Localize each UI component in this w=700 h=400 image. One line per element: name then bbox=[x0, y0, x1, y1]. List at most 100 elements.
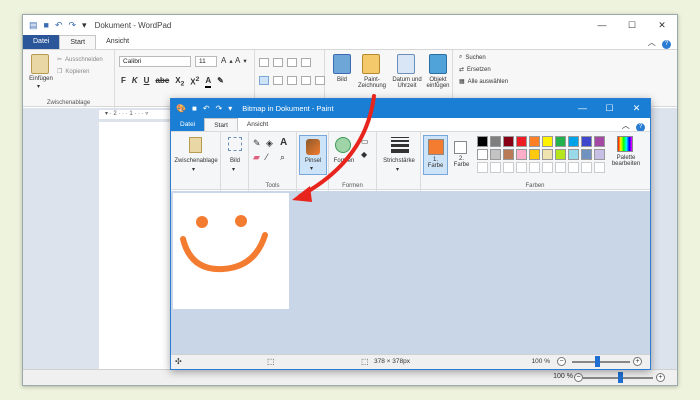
paint-minimize-button[interactable]: — bbox=[569, 99, 596, 118]
empty-color-swatch[interactable] bbox=[555, 162, 566, 173]
paint-drawing-icon[interactable] bbox=[362, 54, 380, 74]
color-picker-icon[interactable]: ⁄ bbox=[266, 152, 268, 162]
text-tool-icon[interactable]: A bbox=[280, 137, 287, 148]
eraser-icon[interactable]: ▰ bbox=[253, 152, 260, 163]
zoom-in-button[interactable]: + bbox=[656, 373, 665, 382]
paragraph-settings-icon[interactable] bbox=[315, 76, 325, 85]
paint-zoom-out-button[interactable]: − bbox=[557, 357, 566, 366]
paint-collapse-ribbon-icon[interactable]: ︿ bbox=[622, 121, 630, 130]
paint-save-icon[interactable]: ■ bbox=[192, 104, 197, 113]
grow-font-icon[interactable]: A ▴ bbox=[221, 56, 233, 65]
tab-start[interactable]: Start bbox=[59, 35, 97, 49]
color-swatch[interactable] bbox=[503, 149, 514, 160]
color-swatch[interactable] bbox=[555, 136, 566, 147]
align-center-icon[interactable] bbox=[273, 76, 283, 85]
color-swatch[interactable] bbox=[594, 136, 605, 147]
bold-icon[interactable]: F bbox=[121, 76, 126, 88]
font-color-icon[interactable]: A bbox=[205, 76, 212, 88]
empty-color-swatch[interactable] bbox=[529, 162, 540, 173]
zoom-out-button[interactable]: − bbox=[574, 373, 583, 382]
color-swatch[interactable] bbox=[477, 136, 488, 147]
line-spacing-icon[interactable] bbox=[301, 58, 311, 67]
shapes-button[interactable]: Formen bbox=[329, 158, 359, 164]
paint-tab-view[interactable]: Ansicht bbox=[238, 118, 277, 131]
color-swatch[interactable] bbox=[516, 136, 527, 147]
empty-color-swatch[interactable] bbox=[568, 162, 579, 173]
picture-button[interactable]: Bild bbox=[329, 77, 355, 83]
color-swatch[interactable] bbox=[503, 136, 514, 147]
calendar-clock-icon[interactable] bbox=[397, 54, 415, 74]
paint-image-button[interactable]: Bild bbox=[221, 158, 249, 164]
outline-icon[interactable]: ▭ bbox=[361, 137, 369, 146]
color-swatch[interactable] bbox=[581, 136, 592, 147]
close-button[interactable]: ✕ bbox=[647, 15, 677, 35]
color-swatch[interactable] bbox=[516, 149, 527, 160]
paint-undo-icon[interactable]: ↶ bbox=[203, 104, 210, 113]
fill-icon[interactable]: ◆ bbox=[361, 150, 367, 159]
paste-icon[interactable] bbox=[31, 54, 49, 74]
save-icon[interactable]: ■ bbox=[44, 20, 49, 30]
paint-tab-file[interactable]: Datei bbox=[171, 118, 205, 131]
empty-color-swatch[interactable] bbox=[477, 162, 488, 173]
paint-drawing-button[interactable]: Paint- Zeichnung bbox=[355, 77, 389, 89]
fill-bucket-icon[interactable]: ◈ bbox=[266, 138, 273, 149]
paint-tab-start[interactable]: Start bbox=[204, 118, 238, 131]
align-right-icon[interactable] bbox=[287, 76, 297, 85]
paint-clipboard-icon[interactable] bbox=[189, 137, 202, 153]
undo-icon[interactable]: ↶ bbox=[55, 20, 63, 31]
pencil-icon[interactable]: ✎ bbox=[253, 138, 261, 149]
decrease-indent-icon[interactable] bbox=[259, 58, 269, 67]
select-all-button[interactable]: ▦ Alle auswählen bbox=[459, 78, 508, 86]
paste-button[interactable]: Einfügen bbox=[25, 76, 57, 82]
collapse-ribbon-icon[interactable]: ︿ bbox=[648, 38, 656, 47]
paint-maximize-button[interactable]: ☐ bbox=[596, 99, 623, 118]
italic-icon[interactable]: K bbox=[132, 76, 138, 88]
app-menu-icon[interactable]: ▤ bbox=[29, 20, 38, 31]
strikethrough-icon[interactable]: abc bbox=[155, 76, 169, 88]
picture-icon[interactable] bbox=[333, 54, 351, 74]
empty-color-swatch[interactable] bbox=[503, 162, 514, 173]
paint-zoom-slider-thumb[interactable] bbox=[595, 356, 600, 367]
maximize-button[interactable]: ☐ bbox=[617, 15, 647, 35]
tab-file[interactable]: Datei bbox=[23, 35, 60, 49]
datetime-button[interactable]: Datum und Uhrzeit bbox=[389, 77, 425, 89]
color-swatch[interactable] bbox=[555, 149, 566, 160]
color-swatch[interactable] bbox=[490, 149, 501, 160]
font-size-select[interactable]: 11 bbox=[195, 56, 217, 67]
copy-button[interactable]: ❐ Kopieren bbox=[57, 68, 89, 76]
empty-color-swatch[interactable] bbox=[490, 162, 501, 173]
qat-dropdown-icon[interactable]: ▾ bbox=[82, 20, 87, 31]
help-icon[interactable]: ? bbox=[662, 40, 671, 49]
empty-color-swatch[interactable] bbox=[594, 162, 605, 173]
align-left-icon[interactable] bbox=[259, 76, 269, 85]
select-icon[interactable] bbox=[228, 137, 242, 151]
bullet-list-icon[interactable] bbox=[287, 58, 297, 67]
increase-indent-icon[interactable] bbox=[273, 58, 283, 67]
redo-icon[interactable]: ↷ bbox=[69, 20, 77, 31]
zoom-slider-thumb[interactable] bbox=[618, 372, 623, 383]
paint-qat-dropdown-icon[interactable]: ▾ bbox=[228, 104, 232, 113]
shapes-icon[interactable] bbox=[335, 137, 351, 153]
paint-app-icon[interactable]: 🎨 bbox=[176, 104, 186, 113]
insert-object-button[interactable]: Objekt einfügen bbox=[424, 77, 452, 89]
paint-image-dropdown-icon[interactable]: ▾ bbox=[232, 166, 235, 173]
color1-button[interactable]: 1. Farbe bbox=[423, 135, 448, 175]
magnifier-icon[interactable]: ⌕ bbox=[280, 152, 285, 163]
drawing-canvas[interactable] bbox=[173, 193, 289, 309]
paste-dropdown-icon[interactable]: ▾ bbox=[37, 83, 40, 90]
color-swatch[interactable] bbox=[568, 149, 579, 160]
brushes-button[interactable]: Pinsel ▾ bbox=[299, 135, 327, 175]
cut-button[interactable]: ✂ Ausschneiden bbox=[57, 56, 103, 64]
replace-button[interactable]: ⇄ Ersetzen bbox=[459, 66, 491, 74]
color-swatch[interactable] bbox=[568, 136, 579, 147]
color-swatch[interactable] bbox=[477, 149, 488, 160]
tab-view[interactable]: Ansicht bbox=[96, 35, 139, 49]
paint-zoom-in-button[interactable]: + bbox=[633, 357, 642, 366]
edit-palette-icon[interactable] bbox=[617, 136, 633, 152]
color-swatch[interactable] bbox=[594, 149, 605, 160]
color-swatch[interactable] bbox=[542, 136, 553, 147]
color-swatch[interactable] bbox=[529, 136, 540, 147]
edit-palette-button[interactable]: Palette bearbeiten bbox=[607, 155, 645, 167]
shrink-font-icon[interactable]: A ▾ bbox=[235, 56, 247, 65]
minimize-button[interactable]: — bbox=[587, 15, 617, 35]
